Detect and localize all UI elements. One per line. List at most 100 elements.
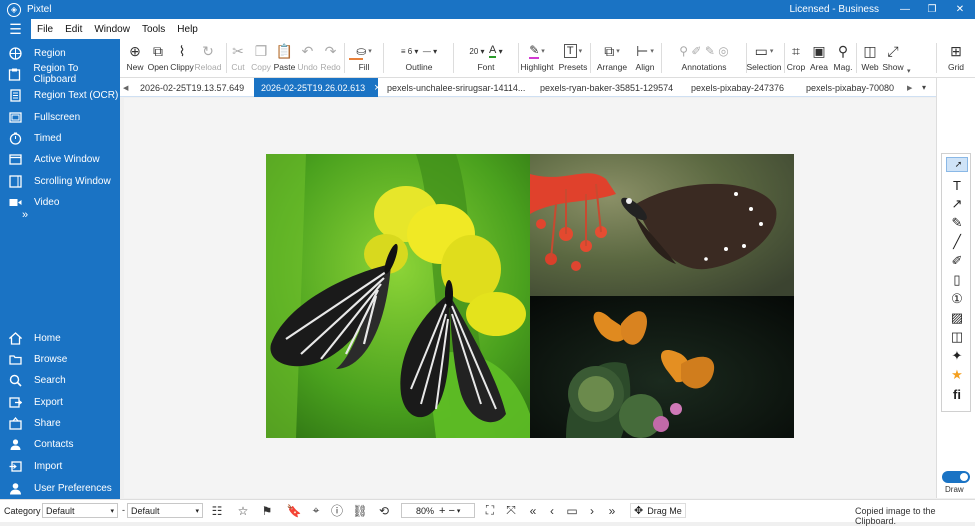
sidebar-item-import[interactable]: Import — [0, 456, 120, 476]
actual-size-icon[interactable]: ⤧ — [502, 502, 520, 519]
zoom-out-icon[interactable]: − — [448, 505, 454, 517]
selection-button[interactable]: ▭ ▾ Selection — [747, 41, 782, 77]
menu-window[interactable]: Window — [94, 24, 130, 35]
last-image-icon[interactable]: » — [603, 502, 621, 519]
outline-group[interactable]: ≡ 6 ▾ — ▾ Outline — [384, 41, 454, 77]
function-tool-icon[interactable]: fi — [946, 385, 968, 403]
magnifier-button[interactable]: ⚲ Mag. — [831, 41, 855, 77]
undo-button[interactable]: ↶ Undo — [297, 41, 318, 77]
presets-button[interactable]: T ▾ Presets — [559, 41, 587, 77]
drag-me-button[interactable]: ✥ Drag Me — [630, 503, 686, 518]
tab-3[interactable]: pexels-unchalee-srirugsar-14114... — [387, 78, 535, 97]
pen-tool-icon[interactable]: ✎ — [946, 214, 968, 232]
first-image-icon[interactable]: « — [524, 502, 542, 519]
menu-edit[interactable]: Edit — [65, 24, 82, 35]
step-number-tool-icon[interactable]: ① — [946, 290, 968, 308]
highlight-button[interactable]: ✎ ▾ Highlight — [518, 41, 556, 77]
magic-tool-icon[interactable]: ✦ — [946, 347, 968, 365]
web-button[interactable]: ◫ Web — [859, 41, 881, 77]
tab-5[interactable]: pexels-pixabay-247376 — [691, 78, 791, 97]
sidebar-item-share[interactable]: Share — [0, 413, 120, 433]
line-tool-icon[interactable]: ╱ — [946, 233, 968, 251]
tab-2-active[interactable]: 2026-02-25T19.26.02.613 × — [254, 78, 381, 97]
next-image-icon[interactable]: › — [583, 502, 601, 519]
star-outline-icon[interactable]: ☆ — [234, 502, 252, 519]
sidebar-more-icon[interactable]: » — [22, 209, 28, 221]
redo-button[interactable]: ↷ Redo — [320, 41, 341, 77]
new-button[interactable]: ⊕ New — [124, 41, 146, 77]
toolbar-overflow-icon[interactable]: ▾ — [907, 67, 911, 75]
tag-icon[interactable]: ⌖ — [307, 502, 325, 519]
copy-button[interactable]: ❐ Copy — [251, 41, 271, 77]
draw-toggle[interactable] — [942, 471, 970, 483]
minimize-button[interactable]: — — [891, 0, 919, 19]
zoom-in-icon[interactable]: + — [439, 505, 445, 517]
close-window-button[interactable]: ✕ — [946, 0, 974, 19]
arrange-button[interactable]: ⧉ ▾ Arrange — [594, 41, 630, 77]
sidebar-item-user-preferences[interactable]: User Preferences — [0, 478, 120, 498]
flag-icon[interactable]: ⚑ — [258, 502, 276, 519]
sidebar-item-region-text-ocr[interactable]: Region Text (OCR) — [0, 85, 120, 105]
menu-file[interactable]: File — [37, 24, 53, 35]
crop-button[interactable]: ⌗ Crop — [786, 41, 806, 77]
image-tool-icon[interactable]: ▨ — [946, 309, 968, 327]
sidebar-item-video[interactable]: Video — [0, 192, 120, 212]
sidebar-item-timed[interactable]: Timed — [0, 128, 120, 148]
info-icon[interactable]: ⓘ — [328, 502, 346, 519]
sidebar-item-region-to-clipboard[interactable]: Region To Clipboard — [0, 63, 120, 85]
area-button[interactable]: ▣ Area — [809, 41, 829, 77]
show-button[interactable]: ⤢ Show — [881, 41, 905, 77]
tab-scroll-right-icon[interactable]: ▶ — [907, 78, 919, 97]
sidebar-item-home[interactable]: Home — [0, 328, 120, 348]
sidebar-item-active-window[interactable]: Active Window — [0, 149, 120, 169]
font-group[interactable]: 20 ▾ A ▾ Font — [454, 41, 518, 77]
align-button[interactable]: ⊢ ▾ Align — [629, 41, 661, 77]
subcategory-select[interactable]: Default ▾ — [127, 503, 203, 518]
tab-list-dropdown-icon[interactable]: ▾ — [922, 78, 934, 97]
cut-button[interactable]: ✂ Cut — [230, 41, 246, 77]
sidebar-item-contacts[interactable]: Contacts — [0, 434, 120, 454]
clippy-button[interactable]: ⌇ Clippy — [170, 41, 194, 77]
sidebar-item-scrolling-window[interactable]: Scrolling Window — [0, 171, 120, 191]
chevron-down-icon[interactable]: ▾ — [457, 507, 461, 515]
star-tool-icon[interactable]: ★ — [946, 366, 968, 384]
tab-scroll-left-icon[interactable]: ◀ — [123, 78, 135, 97]
font-size-value[interactable]: 20 — [469, 47, 478, 56]
open-button[interactable]: ⧉ Open — [147, 41, 169, 77]
sidebar-item-export[interactable]: Export — [0, 392, 120, 412]
previous-image-icon[interactable]: ‹ — [543, 502, 561, 519]
tab-6[interactable]: pexels-pixabay-70080 — [806, 78, 906, 97]
history-icon[interactable]: ⟲ — [375, 502, 393, 519]
note-tool-icon[interactable]: ▯ — [946, 271, 968, 289]
fit-window-icon[interactable]: ⛶ — [481, 502, 499, 519]
paste-button[interactable]: 📋 Paste — [274, 41, 296, 77]
blur-tool-icon[interactable]: ◫ — [946, 328, 968, 346]
category-select[interactable]: Default ▾ — [42, 503, 118, 518]
sidebar-item-search[interactable]: Search — [0, 370, 120, 390]
sidebar-item-fullscreen[interactable]: Fullscreen — [0, 107, 120, 127]
bookmark-icon[interactable]: 🔖 — [285, 502, 303, 519]
outline-width-value[interactable]: 6 — [408, 47, 412, 56]
text-tool-icon[interactable]: T — [946, 176, 968, 194]
notes-icon[interactable]: ☷ — [208, 502, 226, 519]
gallery-view-icon[interactable]: ▭ — [563, 502, 581, 519]
hamburger-menu-icon[interactable]: ☰ — [0, 19, 31, 39]
maximize-button[interactable]: ❐ — [918, 0, 946, 19]
link-icon[interactable]: ⛓ — [351, 502, 369, 519]
sidebar-item-region[interactable]: Region — [0, 43, 120, 63]
marker-tool-icon[interactable]: ✐ — [946, 252, 968, 270]
pointer-tool-icon[interactable]: ➚ — [946, 157, 968, 172]
butterfly-collage-image[interactable] — [266, 154, 794, 438]
grid-button[interactable]: ⊞ Grid — [945, 41, 967, 77]
tab-1[interactable]: 2026-02-25T19.13.57.649 — [140, 78, 258, 97]
menu-help[interactable]: Help — [177, 24, 198, 35]
sidebar-item-browse[interactable]: Browse — [0, 349, 120, 369]
tab-close-icon[interactable]: × — [374, 82, 380, 94]
tab-4[interactable]: pexels-ryan-baker-35851-129574 — [540, 78, 680, 97]
arrow-tool-icon[interactable]: ↗ — [946, 195, 968, 213]
zoom-value[interactable]: 80% — [416, 506, 434, 516]
reload-button[interactable]: ↻ Reload — [195, 41, 222, 77]
menu-tools[interactable]: Tools — [142, 24, 165, 35]
zoom-control[interactable]: 80% + − ▾ — [401, 503, 475, 518]
annotations-group[interactable]: ⚲ ✐ ✎ ◎ Annotations — [665, 41, 743, 77]
